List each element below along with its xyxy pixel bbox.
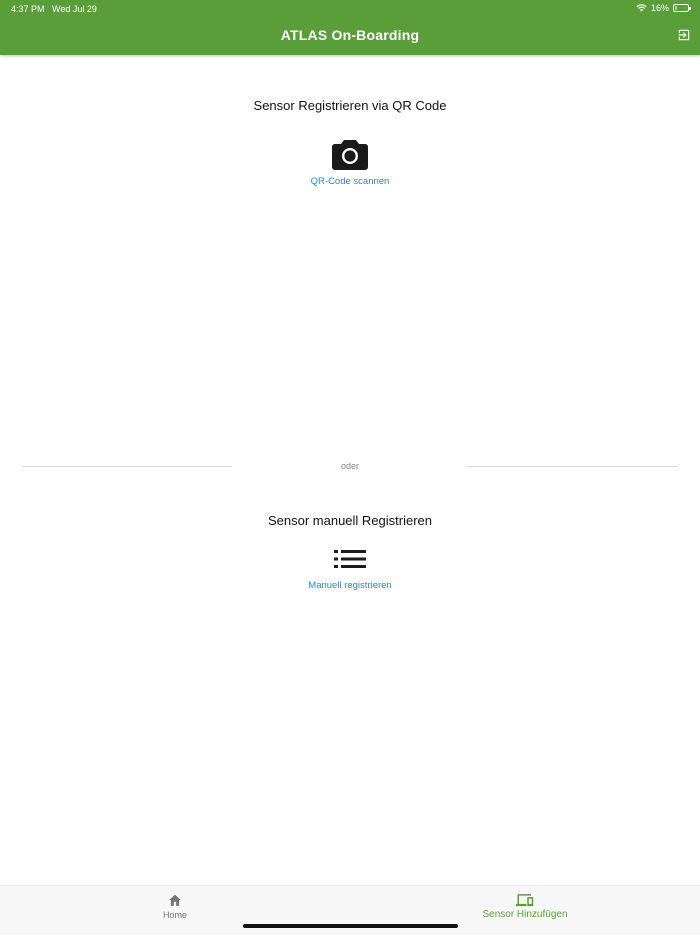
status-date: Wed Jul 29 — [52, 4, 97, 14]
divider-right — [467, 466, 678, 467]
qr-section-title: Sensor Registrieren via QR Code — [253, 98, 447, 113]
battery-level — [675, 6, 677, 10]
scan-qr-link[interactable]: QR-Code scannen — [0, 176, 700, 187]
nav-label-sensor-add: Sensor Hinzufügen — [482, 909, 568, 920]
app-bar: 4:37 PM Wed Jul 29 16% ATLAS On-Boarding — [0, 0, 700, 55]
manual-section-title: Sensor manuell Registrieren — [267, 513, 433, 528]
nav-label-home: Home — [162, 910, 187, 920]
devices-icon — [516, 894, 534, 907]
logout-icon[interactable] — [677, 28, 691, 42]
camera-icon[interactable] — [332, 138, 368, 170]
page-title: ATLAS On-Boarding — [280, 27, 420, 43]
status-time: 4:37 PM — [11, 4, 45, 14]
battery-icon — [673, 4, 691, 12]
home-icon — [169, 894, 181, 906]
status-indicators: 16% — [636, 3, 691, 13]
list-icon[interactable] — [334, 550, 366, 568]
wifi-icon — [636, 4, 647, 12]
home-indicator — [243, 924, 458, 928]
battery-percent: 16% — [650, 3, 669, 13]
manual-register-link[interactable]: Manuell registrieren — [0, 580, 700, 591]
status-bar: 4:37 PM Wed Jul 29 16% — [0, 0, 700, 18]
